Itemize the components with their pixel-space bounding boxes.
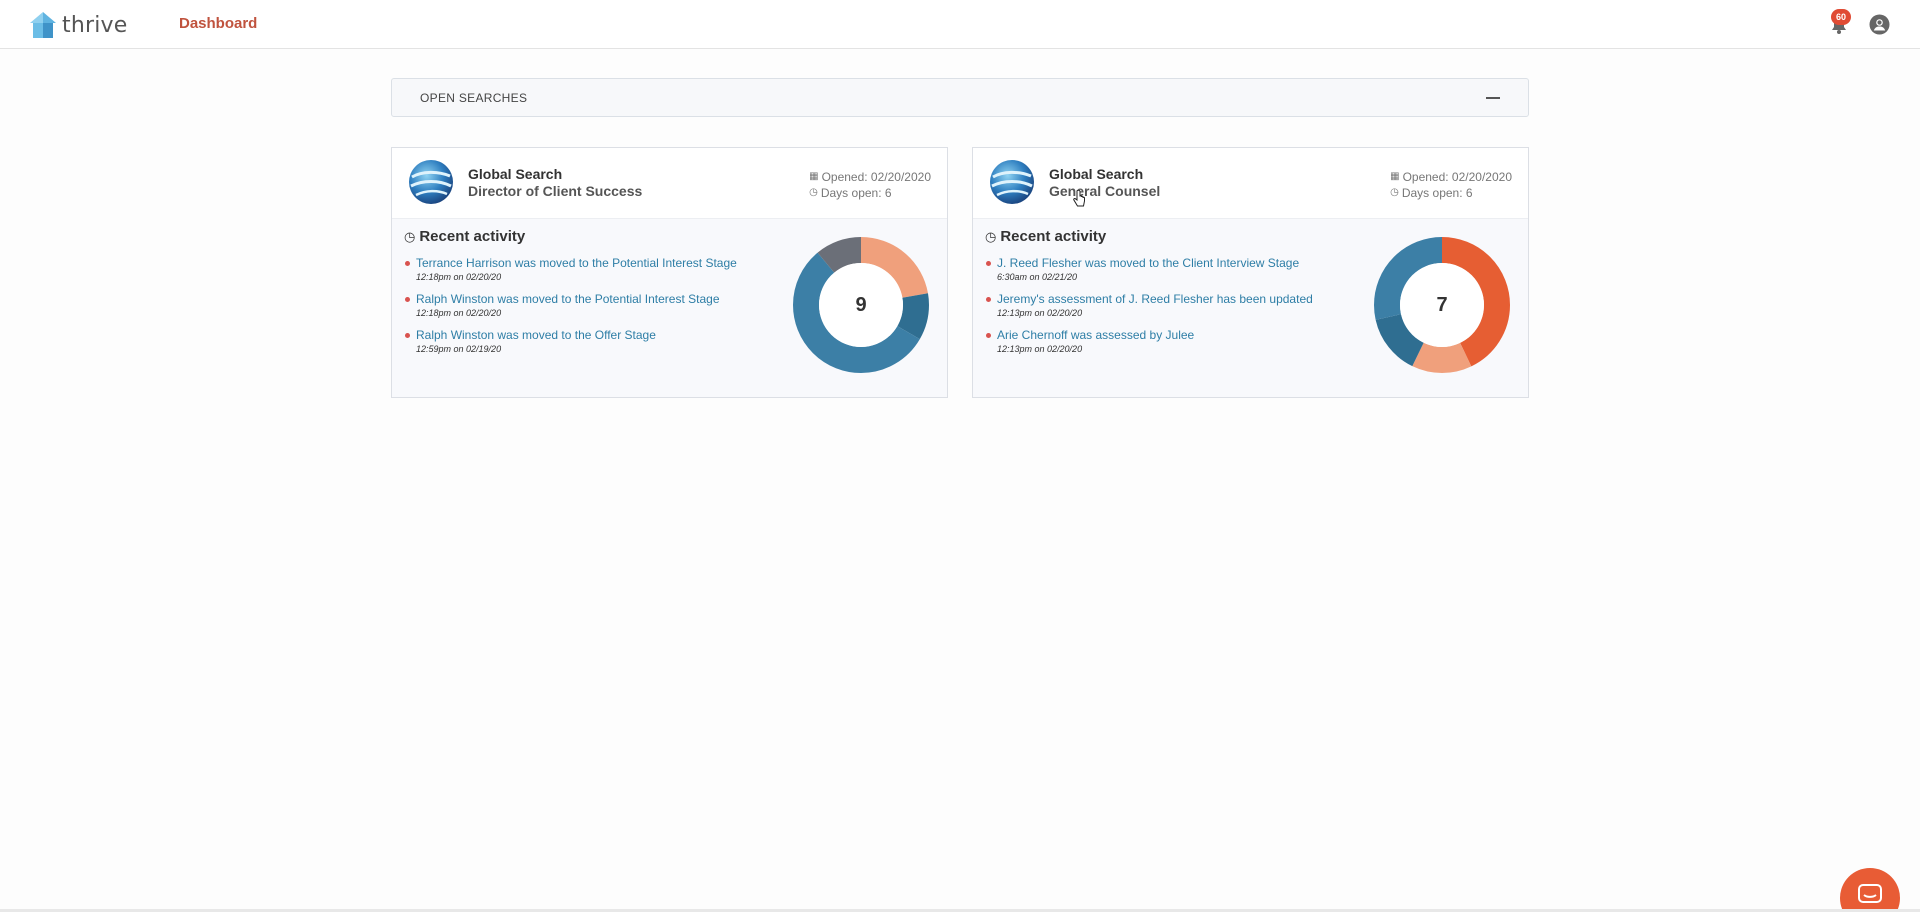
activity-link[interactable]: Ralph Winston was moved to the Potential… xyxy=(416,292,774,306)
calendar-icon: ▦ xyxy=(1390,171,1400,182)
chat-icon xyxy=(1858,884,1882,903)
card-meta: ▦ Opened: 02/20/2020 ◷ Days open: 6 xyxy=(809,169,931,201)
activity-list: Terrance Harrison was moved to the Poten… xyxy=(404,256,774,364)
top-bar: thrive Dashboard 60 xyxy=(0,0,1920,49)
chat-launcher-button[interactable] xyxy=(1840,868,1900,912)
calendar-icon: ▦ xyxy=(809,171,819,182)
nav-dashboard-link[interactable]: Dashboard xyxy=(179,15,257,32)
open-searches-panel: OPEN SEARCHES xyxy=(391,78,1529,117)
activity-link[interactable]: Ralph Winston was moved to the Offer Sta… xyxy=(416,328,774,342)
logo-icon xyxy=(30,12,56,38)
search-card-header: Global Search General Counsel ▦ Opened: 0… xyxy=(973,148,1528,219)
user-icon[interactable] xyxy=(1869,14,1890,35)
brand-logo[interactable]: thrive xyxy=(28,10,127,40)
clock-icon: ◷ xyxy=(404,228,416,244)
activity-time: 12:18pm on 02/20/20 xyxy=(416,272,502,282)
recent-activity-heading: ◷ Recent activity xyxy=(404,228,526,245)
bullet-icon xyxy=(986,297,991,302)
bullet-icon xyxy=(405,261,410,266)
activity-link[interactable]: Arie Chernoff was assessed by Julee xyxy=(997,328,1355,342)
activity-time: 12:13pm on 02/20/20 xyxy=(997,308,1083,318)
activity-item: Ralph Winston was moved to the Potential… xyxy=(404,292,774,328)
card-company[interactable]: Global Search xyxy=(468,166,562,182)
days-open: Days open: 6 xyxy=(820,186,892,200)
days-open: Days open: 6 xyxy=(1401,186,1473,200)
card-role[interactable]: General Counsel xyxy=(1049,183,1160,199)
bullet-icon xyxy=(986,333,991,338)
activity-item: Arie Chernoff was assessed by Julee 12:1… xyxy=(985,328,1355,364)
search-card[interactable]: Global Search Director of Client Success… xyxy=(391,147,948,398)
clock-icon: ◷ xyxy=(1390,187,1399,198)
globe-icon xyxy=(990,160,1034,204)
activity-list: J. Reed Flesher was moved to the Client … xyxy=(985,256,1355,364)
card-role[interactable]: Director of Client Success xyxy=(468,183,642,199)
activity-item: Ralph Winston was moved to the Offer Sta… xyxy=(404,328,774,364)
bullet-icon xyxy=(986,261,991,266)
activity-link[interactable]: Terrance Harrison was moved to the Poten… xyxy=(416,256,774,270)
pipeline-donut[interactable]: 9 xyxy=(793,237,929,373)
opened-date: Opened: 02/20/2020 xyxy=(1402,170,1512,184)
activity-time: 12:59pm on 02/19/20 xyxy=(416,344,502,354)
recent-activity-heading: ◷ Recent activity xyxy=(985,228,1107,245)
bullet-icon xyxy=(405,333,410,338)
notification-badge: 60 xyxy=(1831,9,1851,25)
opened-date: Opened: 02/20/2020 xyxy=(821,170,931,184)
donut-total: 7 xyxy=(1436,294,1448,316)
globe-icon xyxy=(409,160,453,204)
cursor-icon xyxy=(1073,190,1085,207)
card-meta: ▦ Opened: 02/20/2020 ◷ Days open: 6 xyxy=(1390,169,1512,201)
brand-name: thrive xyxy=(62,12,128,38)
clock-icon: ◷ xyxy=(985,228,997,244)
open-searches-title: OPEN SEARCHES xyxy=(420,91,528,105)
activity-item: J. Reed Flesher was moved to the Client … xyxy=(985,256,1355,292)
activity-time: 12:18pm on 02/20/20 xyxy=(416,308,502,318)
activity-link[interactable]: Jeremy's assessment of J. Reed Flesher h… xyxy=(997,292,1355,306)
pipeline-donut[interactable]: 7 xyxy=(1374,237,1510,373)
search-card[interactable]: Global Search General Counsel ▦ Opened: 0… xyxy=(972,147,1529,398)
search-card-header: Global Search Director of Client Success… xyxy=(392,148,947,219)
card-company[interactable]: Global Search xyxy=(1049,166,1143,182)
activity-time: 6:30am on 02/21/20 xyxy=(997,272,1078,282)
activity-time: 12:13pm on 02/20/20 xyxy=(997,344,1083,354)
activity-item: Terrance Harrison was moved to the Poten… xyxy=(404,256,774,292)
clock-icon: ◷ xyxy=(809,187,818,198)
activity-item: Jeremy's assessment of J. Reed Flesher h… xyxy=(985,292,1355,328)
donut-total: 9 xyxy=(855,294,867,316)
bullet-icon xyxy=(405,297,410,302)
activity-link[interactable]: J. Reed Flesher was moved to the Client … xyxy=(997,256,1355,270)
collapse-icon[interactable] xyxy=(1486,97,1500,99)
